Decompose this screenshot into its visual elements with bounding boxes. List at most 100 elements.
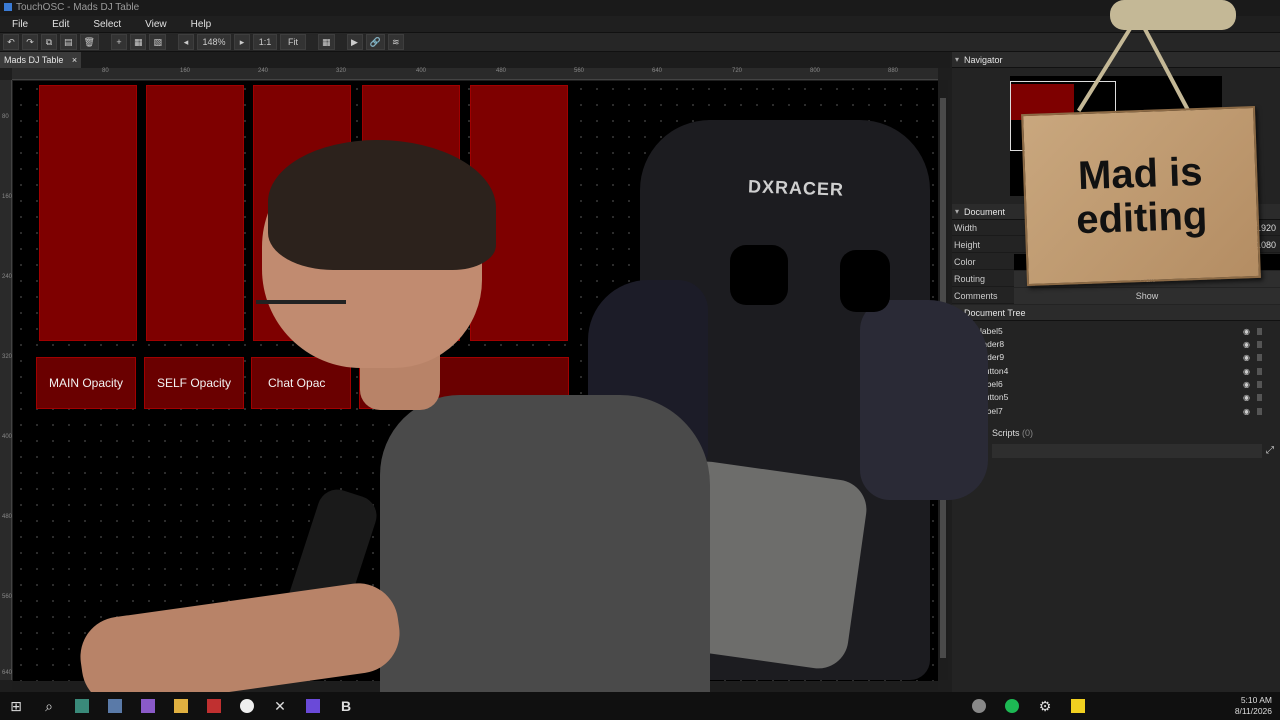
folder-icon[interactable] bbox=[169, 692, 193, 720]
sticky-note-icon[interactable] bbox=[1066, 692, 1090, 720]
ruler-label: 880 bbox=[888, 68, 899, 74]
document-tabbar bbox=[0, 52, 950, 68]
chair-hole bbox=[840, 250, 890, 312]
clock-time: 5:10 AM bbox=[1240, 695, 1272, 705]
ungroup-icon[interactable]: ▧ bbox=[149, 34, 166, 50]
editing-sign: Mad is editing bbox=[1021, 105, 1261, 287]
clock-date: 8/11/2026 bbox=[1234, 706, 1272, 716]
eye-icon[interactable]: ◉ bbox=[1243, 351, 1250, 364]
link-icon[interactable]: 🔗 bbox=[365, 34, 385, 50]
self-opacity-button[interactable]: SELF Opacity bbox=[144, 357, 244, 409]
paste-icon[interactable]: ▤ bbox=[60, 34, 77, 50]
tree-item[interactable]: button4 ◉ bbox=[980, 365, 1276, 378]
app-icon[interactable]: ✕ bbox=[268, 692, 292, 720]
ruler-label: 320 bbox=[336, 68, 347, 74]
window-titlebar: TouchOSC - Mads DJ Table bbox=[0, 0, 1280, 16]
redo-icon[interactable]: ↷ bbox=[22, 34, 38, 50]
app-icon bbox=[4, 3, 12, 11]
property-label: Routing bbox=[954, 274, 986, 284]
lock-icon[interactable] bbox=[1257, 328, 1262, 335]
add-icon[interactable]: + bbox=[110, 34, 127, 50]
property-label: Width bbox=[954, 223, 978, 233]
eye-icon[interactable]: ◉ bbox=[1243, 325, 1250, 338]
lock-icon[interactable] bbox=[1257, 394, 1262, 401]
scripts-section[interactable]: Scripts (0) bbox=[992, 428, 1033, 438]
menu-file[interactable]: File bbox=[0, 19, 40, 30]
sign-line: Mad is bbox=[1077, 149, 1204, 199]
app-icon[interactable]: B bbox=[334, 692, 358, 720]
toolbar: ↶ ↷ ⧉ ▤ 🗑 + ▦ ▧ ◂ 148% ▸ 1:1 Fit ▦ ▶ 🔗 ≋ bbox=[0, 32, 1280, 52]
lock-icon[interactable] bbox=[1257, 368, 1262, 375]
property-label: Height bbox=[954, 240, 981, 250]
spotify-icon[interactable] bbox=[1000, 692, 1024, 720]
lock-icon[interactable] bbox=[1257, 408, 1262, 415]
grid-icon[interactable]: ▦ bbox=[317, 34, 335, 50]
document-tab-label: Mads DJ Table bbox=[4, 55, 64, 65]
fader-control[interactable] bbox=[146, 85, 244, 341]
menu-select[interactable]: Select bbox=[81, 19, 133, 30]
close-icon[interactable]: × bbox=[72, 55, 77, 65]
tree-item[interactable]: fader9 ◉ bbox=[980, 351, 1276, 364]
clock[interactable]: 5:10 AM 8/11/2026 bbox=[1235, 695, 1272, 717]
app-icon[interactable] bbox=[136, 692, 160, 720]
document-tab[interactable]: Mads DJ Table × bbox=[0, 52, 82, 68]
expand-icon[interactable]: ⤢ bbox=[1266, 445, 1274, 456]
tree-item[interactable]: label7 ◉ bbox=[980, 405, 1276, 418]
menu-help[interactable]: Help bbox=[179, 19, 224, 30]
tree-item[interactable]: label6 ◉ bbox=[980, 378, 1276, 391]
ruler-label: 640 bbox=[652, 68, 663, 74]
chair-side bbox=[860, 300, 988, 500]
copy-icon[interactable]: ⧉ bbox=[41, 34, 57, 50]
tree-item[interactable]: label5 ◉ bbox=[980, 325, 1276, 338]
person-hair bbox=[268, 140, 496, 270]
eye-icon[interactable]: ◉ bbox=[1243, 405, 1250, 418]
menubar: File Edit Select View Help bbox=[0, 16, 1280, 32]
menu-edit[interactable]: Edit bbox=[40, 19, 81, 30]
ruler-label: 80 bbox=[102, 68, 109, 74]
ruler-label: 160 bbox=[2, 194, 13, 200]
comments-show-button[interactable]: Show bbox=[1014, 288, 1280, 304]
eye-icon[interactable]: ◉ bbox=[1243, 391, 1250, 404]
fader-control[interactable] bbox=[39, 85, 137, 341]
ruler-label: 640 bbox=[2, 670, 13, 676]
main-opacity-button[interactable]: MAIN Opacity bbox=[36, 357, 136, 409]
script-editor-bar[interactable] bbox=[992, 444, 1262, 458]
window-title: TouchOSC - Mads DJ Table bbox=[16, 2, 140, 13]
undo-icon[interactable]: ↶ bbox=[3, 34, 19, 50]
lock-icon[interactable] bbox=[1257, 381, 1262, 388]
tree-item[interactable]: button5 ◉ bbox=[980, 391, 1276, 404]
delete-icon[interactable]: 🗑 bbox=[79, 34, 99, 50]
ruler-label: 400 bbox=[2, 434, 13, 440]
search-icon[interactable]: ⌕ bbox=[37, 692, 61, 720]
app-icon[interactable] bbox=[235, 692, 259, 720]
app-icon[interactable] bbox=[301, 692, 325, 720]
lock-icon[interactable] bbox=[1257, 341, 1262, 348]
app-icon[interactable] bbox=[103, 692, 127, 720]
group-icon[interactable]: ▦ bbox=[129, 34, 147, 50]
ruler-top: 80 160 240 320 400 480 560 640 720 800 8… bbox=[12, 68, 938, 80]
tree-item[interactable]: fader8 ◉ bbox=[980, 338, 1276, 351]
property-label: Color bbox=[954, 257, 976, 267]
zoom-out-icon[interactable]: ◂ bbox=[177, 34, 194, 50]
lock-icon[interactable] bbox=[1257, 354, 1262, 361]
menu-view[interactable]: View bbox=[133, 19, 179, 30]
ruler-label: 400 bbox=[416, 68, 427, 74]
scripts-count: (0) bbox=[1022, 428, 1034, 438]
tree-item-label: label5 bbox=[980, 326, 1003, 336]
ruler-label: 320 bbox=[2, 354, 13, 360]
app-icon[interactable] bbox=[70, 692, 94, 720]
zoom-1to1-button[interactable]: 1:1 bbox=[252, 34, 277, 50]
gear-icon[interactable]: ⚙ bbox=[1033, 692, 1057, 720]
eye-icon[interactable]: ◉ bbox=[1243, 378, 1250, 391]
ruler-label: 240 bbox=[2, 274, 13, 280]
zoom-fit-button[interactable]: Fit bbox=[279, 34, 306, 50]
wifi-icon[interactable]: ≋ bbox=[387, 34, 404, 50]
start-icon[interactable]: ⊞ bbox=[4, 692, 28, 720]
app-icon[interactable] bbox=[202, 692, 226, 720]
play-icon[interactable]: ▶ bbox=[346, 34, 363, 50]
zoom-in-icon[interactable]: ▸ bbox=[233, 34, 250, 50]
document-tree-header[interactable]: Document Tree bbox=[952, 305, 1280, 321]
eye-icon[interactable]: ◉ bbox=[1243, 365, 1250, 378]
eye-icon[interactable]: ◉ bbox=[1243, 338, 1250, 351]
app-icon[interactable] bbox=[967, 692, 991, 720]
